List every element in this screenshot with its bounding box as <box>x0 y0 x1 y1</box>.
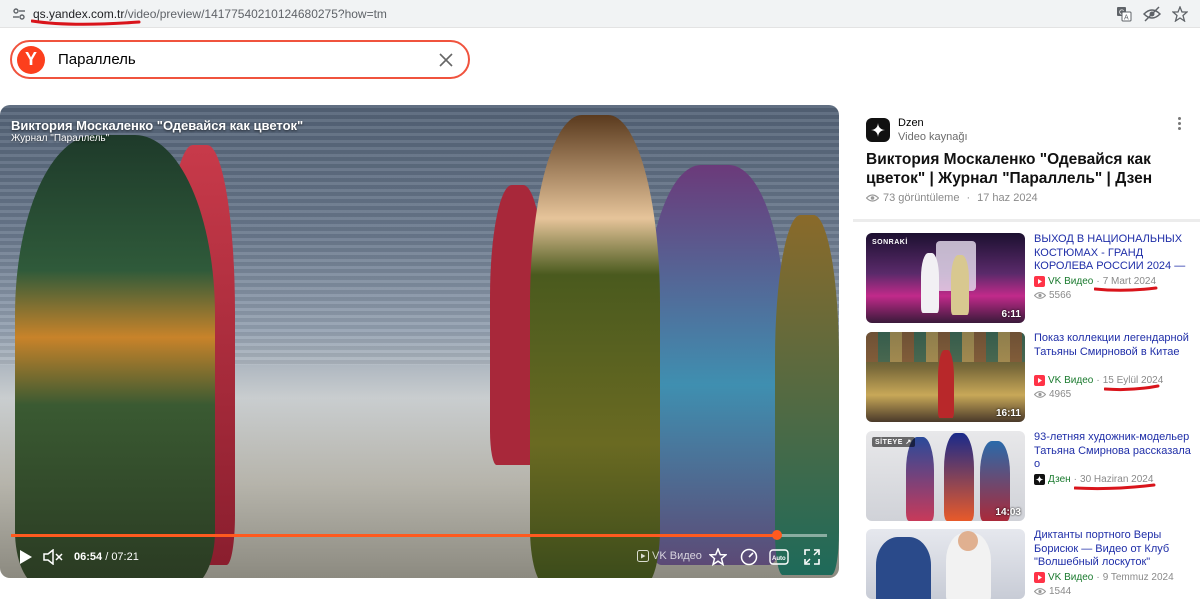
video-title[interactable]: Виктория Москаленко "Одевайся как цветок… <box>866 150 1166 188</box>
thumbnail-tag[interactable]: SİTEYE ↗ <box>872 437 915 447</box>
current-time: 06:54 <box>74 551 103 563</box>
seek-bar[interactable] <box>11 530 827 540</box>
favorite-star-icon[interactable] <box>708 547 728 567</box>
search-bar[interactable]: Y <box>10 40 470 79</box>
url-text[interactable]: qs.yandex.com.tr/video/preview/141775402… <box>31 6 387 26</box>
recommendation-views: 5566 <box>1034 290 1071 301</box>
time-display: 06:54 / 07:21 <box>74 551 139 563</box>
duration-badge: 6:11 <box>1001 309 1021 320</box>
video-meta: 73 görüntüleme · 17 haz 2024 <box>866 192 1038 204</box>
fullscreen-icon[interactable] <box>802 547 822 567</box>
translate-icon[interactable]: GA <box>1114 4 1134 24</box>
quality-auto-label: Auto <box>772 556 786 562</box>
video-title-overlay: Виктория Москаленко "Одевайся как цветок… <box>11 118 304 133</box>
recommendation-source: VK Видео · 9 Temmuz 2024 <box>1034 572 1174 583</box>
views-eye-icon <box>1034 588 1046 595</box>
duration-badge: 16:11 <box>995 408 1021 419</box>
search-input[interactable] <box>58 51 418 68</box>
publish-date: 17 haz 2024 <box>977 192 1038 204</box>
vk-video-icon <box>1034 276 1045 287</box>
view-count: 1544 <box>1049 586 1072 597</box>
annotation-underline <box>1094 286 1158 292</box>
recommendation-views: 4965 <box>1034 389 1071 400</box>
vk-video-brand: VK Видео <box>637 550 702 562</box>
recommendation-title[interactable]: Диктанты портного Веры Борисюк — Видео о… <box>1034 529 1200 570</box>
view-count: 73 görüntüleme <box>883 192 960 204</box>
site-settings-icon[interactable] <box>8 3 30 25</box>
eye-off-icon[interactable] <box>1142 4 1162 24</box>
duration-badge: 14:03 <box>995 507 1021 518</box>
annotation-underline <box>1074 483 1156 491</box>
speed-icon[interactable] <box>739 547 759 567</box>
dzen-icon <box>1034 474 1045 485</box>
recommendation-item[interactable]: 16:11 Показ коллекции легендарной Татьян… <box>866 332 1200 422</box>
video-subtitle-overlay: Журнал "Параллель" <box>11 133 110 144</box>
thumbnail[interactable]: 16:11 <box>866 332 1025 422</box>
quality-auto-icon[interactable]: Auto <box>768 547 790 567</box>
thumbnail[interactable]: SONRAKİ 6:11 <box>866 233 1025 323</box>
vk-video-icon <box>1034 572 1045 583</box>
recommendation-title[interactable]: 93-летняя художник-модельер Татьяна Смир… <box>1034 431 1200 472</box>
mute-icon[interactable] <box>42 547 64 567</box>
video-figure <box>645 165 785 565</box>
view-count: 5566 <box>1049 290 1072 301</box>
svg-text:A: A <box>1124 15 1129 22</box>
thumbnail[interactable] <box>866 529 1025 599</box>
video-figure <box>15 135 215 578</box>
more-options-icon[interactable] <box>1172 117 1186 135</box>
vk-video-label: VK Видео <box>652 550 702 562</box>
recommendation-item[interactable]: Диктанты портного Веры Борисюк — Видео о… <box>866 529 1200 599</box>
source-type: Video kaynağı <box>898 131 968 143</box>
annotation-underline <box>31 19 141 26</box>
play-icon[interactable] <box>16 547 36 567</box>
view-count: 4965 <box>1049 389 1072 400</box>
divider <box>853 219 1200 222</box>
recommendation-date: 9 Temmuz 2024 <box>1102 572 1174 583</box>
clear-icon[interactable] <box>436 50 456 70</box>
video-player[interactable]: Виктория Москаленко "Одевайся как цветок… <box>0 105 839 578</box>
url-path: /video/preview/14177540210124680275?how=… <box>124 6 387 21</box>
views-eye-icon <box>866 194 879 202</box>
recommendation-views: 1544 <box>1034 586 1071 597</box>
yandex-logo[interactable]: Y <box>17 45 45 74</box>
video-figure <box>530 115 660 578</box>
meta-separator: · <box>966 192 971 204</box>
vk-video-icon <box>1034 375 1045 386</box>
views-eye-icon <box>1034 391 1046 398</box>
source-name[interactable]: Dzen <box>898 117 924 129</box>
recommendation-item[interactable]: SİTEYE ↗ 14:03 93-летняя художник-модель… <box>866 431 1200 521</box>
annotation-underline <box>1104 384 1160 392</box>
source-label: VK Видео <box>1048 375 1094 386</box>
star-outline-icon[interactable] <box>1170 4 1190 24</box>
duration: 07:21 <box>111 551 139 563</box>
source-label: VK Видео <box>1048 572 1094 583</box>
recommendation-item[interactable]: SONRAKİ 6:11 ВЫХОД В НАЦИОНАЛЬНЫХ КОСТЮМ… <box>866 233 1200 323</box>
video-figure <box>775 215 839 575</box>
time-separator: / <box>102 551 112 563</box>
dzen-logo-icon[interactable] <box>866 118 890 142</box>
recommendation-title[interactable]: Показ коллекции легендарной Татьяны Смир… <box>1034 332 1200 359</box>
thumbnail[interactable]: SİTEYE ↗ 14:03 <box>866 431 1025 521</box>
views-eye-icon <box>1034 292 1046 299</box>
vk-video-logo-icon <box>637 550 649 562</box>
seek-bar-played <box>11 534 778 537</box>
address-bar[interactable]: qs.yandex.com.tr/video/preview/141775402… <box>0 0 1200 28</box>
source-label: Дзен <box>1048 474 1071 485</box>
source-label: VK Видео <box>1048 276 1094 287</box>
recommendation-title[interactable]: ВЫХОД В НАЦИОНАЛЬНЫХ КОСТЮМАХ - ГРАНД КО… <box>1034 233 1200 274</box>
thumbnail-tag: SONRAKİ <box>872 239 908 246</box>
